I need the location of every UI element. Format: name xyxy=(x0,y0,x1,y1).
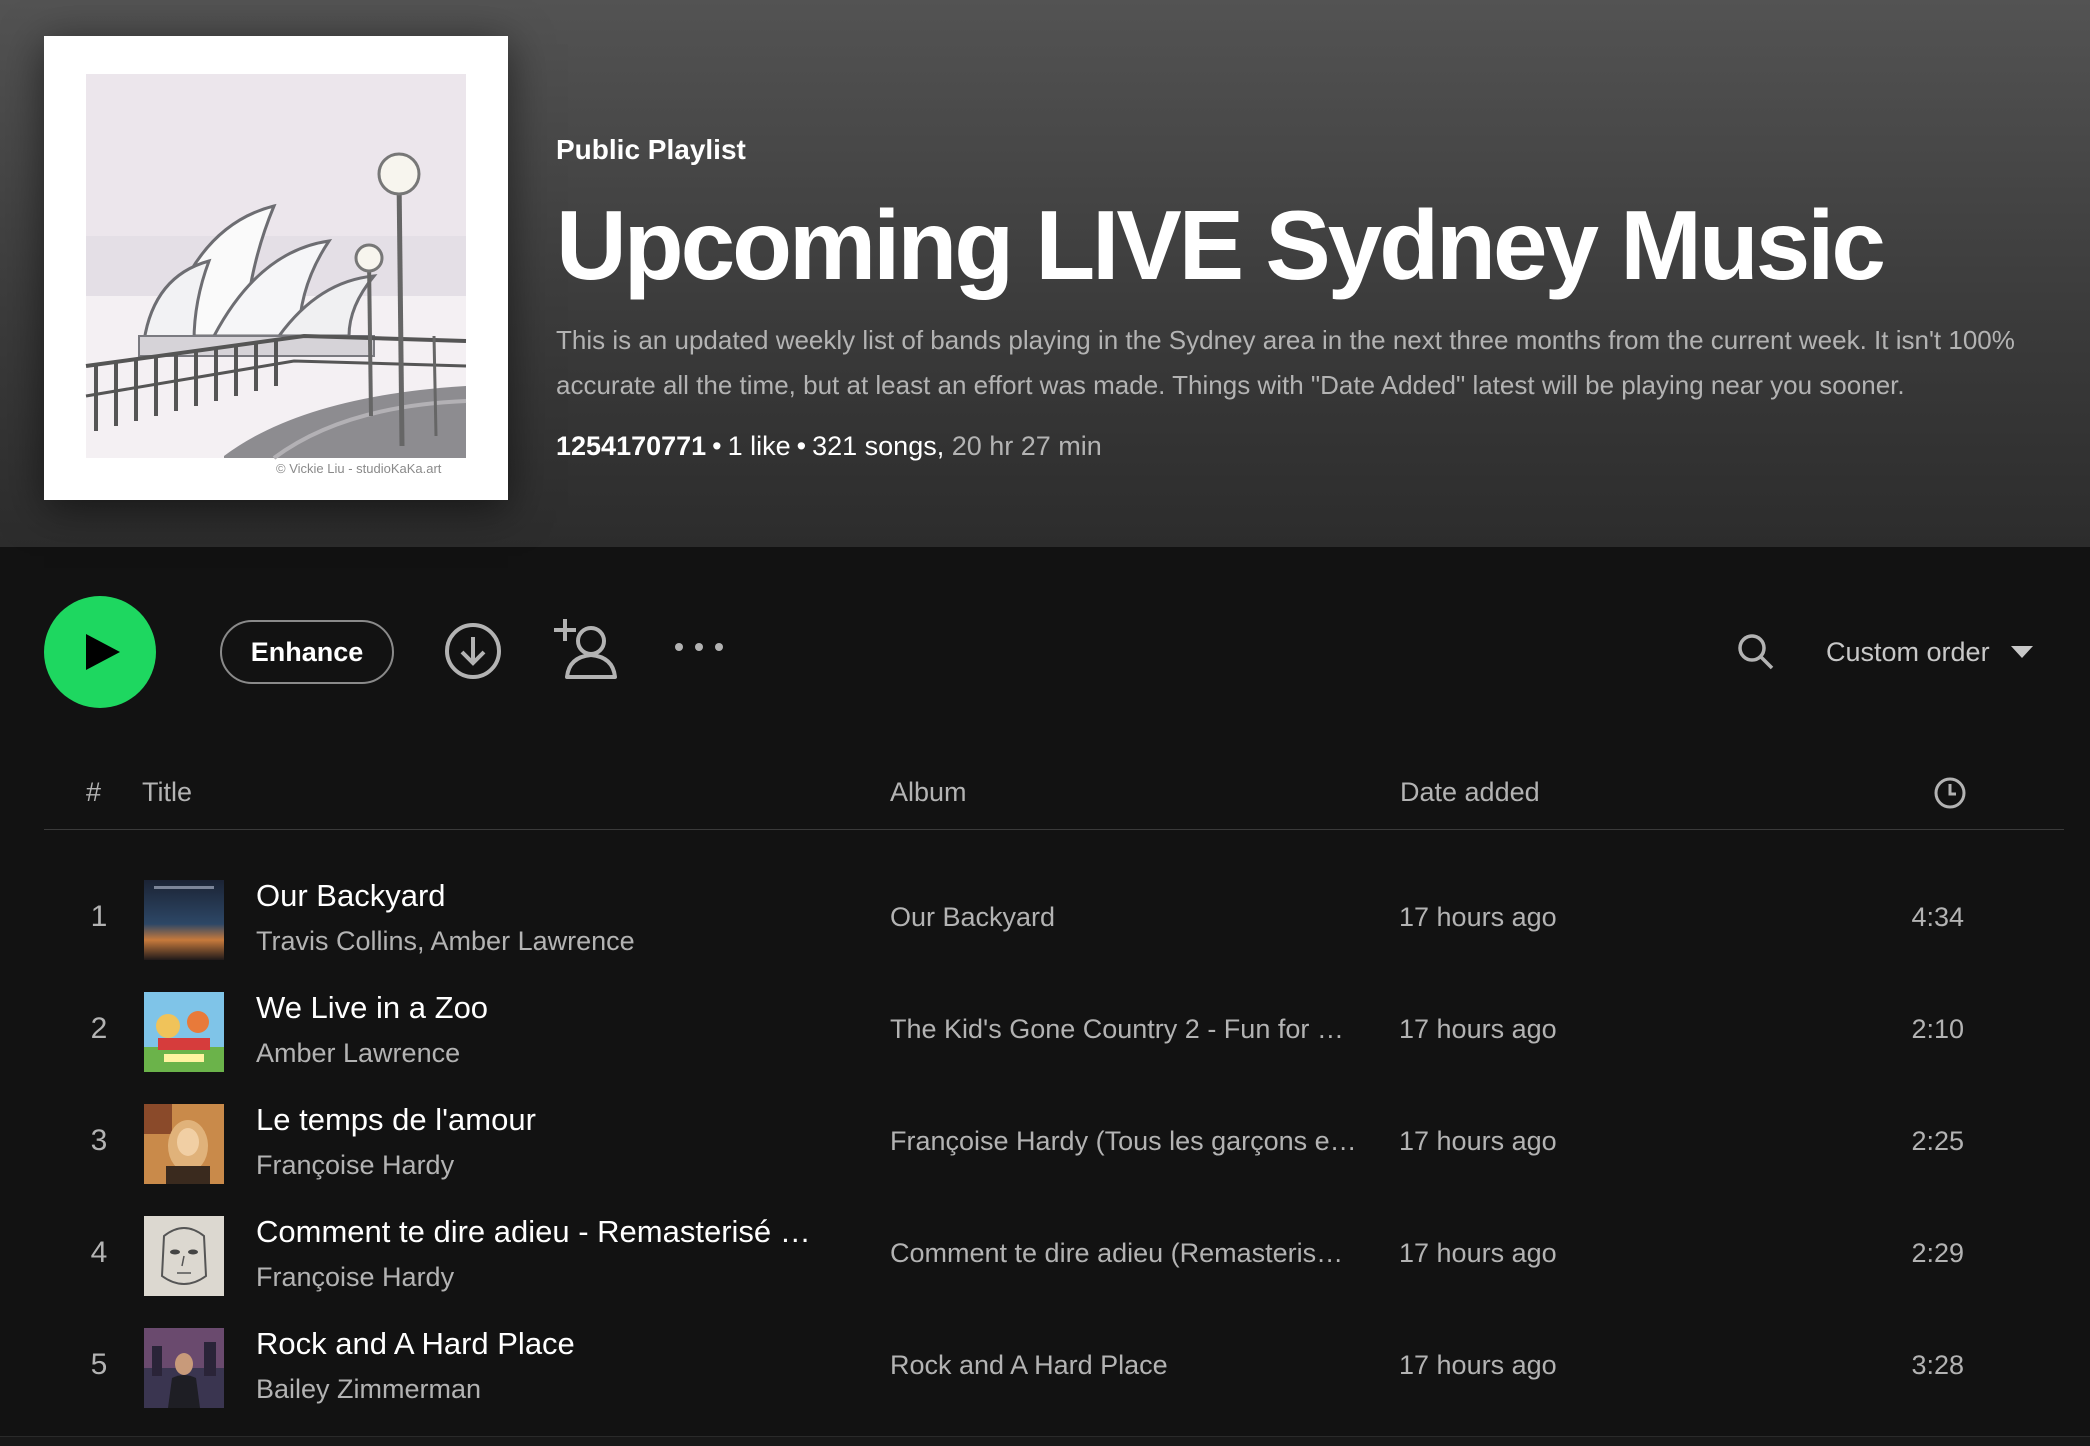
meta-separator: • xyxy=(712,431,722,461)
play-icon xyxy=(86,634,120,670)
track-duration: 2:29 xyxy=(1911,1238,1964,1268)
track-number: 2 xyxy=(90,1012,108,1045)
column-number: # xyxy=(86,777,102,807)
playlist-duration: 20 hr 27 min xyxy=(951,431,1102,461)
track-title-link[interactable]: Our Backyard xyxy=(256,878,446,914)
track-row[interactable]: 1 Our Backyard Travis Collins, Amber Law… xyxy=(44,864,2064,976)
track-artwork xyxy=(144,880,224,960)
track-title-link[interactable]: Comment te dire adieu - Remasterisé … xyxy=(256,1214,811,1250)
clock-icon xyxy=(1934,777,1966,809)
playlist-cover[interactable]: © Vickie Liu - studioKaKa.art xyxy=(44,36,508,500)
track-duration: 2:10 xyxy=(1911,1014,1964,1044)
play-button[interactable] xyxy=(44,596,156,708)
more-options-icon xyxy=(675,643,723,651)
sort-label: Custom order xyxy=(1826,636,1990,667)
search-in-playlist-button[interactable] xyxy=(1736,632,1776,675)
cover-credit: © Vickie Liu - studioKaKa.art xyxy=(276,461,442,476)
track-artist-link[interactable]: Françoise Hardy xyxy=(256,1150,454,1181)
track-title-link[interactable]: Le temps de l'amour xyxy=(256,1102,536,1138)
track-date-added: 17 hours ago xyxy=(1399,1350,1557,1380)
playlist-meta: 1254170771 • 1 like • 321 songs, 20 hr 27 mi… xyxy=(556,426,2066,466)
track-artist-link[interactable]: Françoise Hardy xyxy=(256,1262,454,1293)
track-artwork xyxy=(144,1328,224,1408)
track-number: 4 xyxy=(90,1236,108,1269)
download-icon xyxy=(445,623,501,679)
playlist-likes: 1 like xyxy=(727,431,791,461)
column-album[interactable]: Album xyxy=(890,777,967,808)
playlist-song-count: 321 songs, xyxy=(812,431,945,461)
track-number: 5 xyxy=(90,1348,108,1381)
track-duration: 3:28 xyxy=(1911,1350,1964,1380)
track-artist-link[interactable]: Amber Lawrence xyxy=(256,1038,460,1069)
download-button[interactable] xyxy=(443,621,503,684)
track-date-added: 17 hours ago xyxy=(1399,1014,1557,1044)
track-artist-link[interactable]: Travis Collins, Amber Lawrence xyxy=(256,926,635,957)
track-artist-link[interactable]: Bailey Zimmerman xyxy=(256,1374,481,1405)
track-number: 1 xyxy=(90,900,108,933)
track-number: 3 xyxy=(90,1124,108,1157)
track-row[interactable]: 5 Rock and A Hard Place Bailey Zimmerman… xyxy=(44,1312,2064,1424)
track-row[interactable]: 3 Le temps de l'amour Françoise Hardy Fr… xyxy=(44,1088,2064,1200)
track-artwork xyxy=(144,1216,224,1296)
playlist-type: Public Playlist xyxy=(556,134,746,165)
track-artwork xyxy=(144,1104,224,1184)
meta-separator: • xyxy=(796,431,807,461)
track-date-added: 17 hours ago xyxy=(1399,1238,1557,1268)
column-duration[interactable] xyxy=(1932,775,1968,818)
track-title-link[interactable]: Rock and A Hard Place xyxy=(256,1326,575,1362)
page-title: Upcoming LIVE Sydney Music xyxy=(556,190,1886,300)
track-date-added: 17 hours ago xyxy=(1399,1126,1557,1156)
track-album-link[interactable]: Comment te dire adieu (Remasteris… xyxy=(890,1238,1343,1269)
more-options-button[interactable] xyxy=(672,639,726,658)
cover-artwork: © Vickie Liu - studioKaKa.art xyxy=(44,36,508,500)
track-title-link[interactable]: We Live in a Zoo xyxy=(256,990,488,1026)
column-title[interactable]: Title xyxy=(142,777,192,808)
playlist-info: Public Playlist Upcoming LIVE Sydney Mus… xyxy=(556,130,2066,466)
track-row[interactable]: 2 We Live in a Zoo Amber Lawrence The Ki… xyxy=(44,976,2064,1088)
search-icon xyxy=(1738,634,1774,670)
track-album-link[interactable]: Rock and A Hard Place xyxy=(890,1350,1168,1381)
player-bar-edge xyxy=(0,1436,2090,1446)
track-artwork xyxy=(144,992,224,1072)
track-album-link[interactable]: Our Backyard xyxy=(890,902,1055,933)
track-duration: 2:25 xyxy=(1911,1126,1964,1156)
invite-collaborator-button[interactable] xyxy=(551,615,621,684)
track-duration: 4:34 xyxy=(1911,902,1964,932)
playlist-page: © Vickie Liu - studioKaKa.art Public Pla… xyxy=(0,0,2090,1446)
track-album-link[interactable]: The Kid's Gone Country 2 - Fun for … xyxy=(890,1014,1344,1045)
track-date-added: 17 hours ago xyxy=(1399,902,1557,932)
playlist-description: This is an updated weekly list of bands … xyxy=(556,325,2015,400)
tracklist: 1 Our Backyard Travis Collins, Amber Law… xyxy=(44,864,2064,1424)
track-album-link[interactable]: Françoise Hardy (Tous les garçons e… xyxy=(890,1126,1357,1157)
tracklist-header: # Title Album Date added xyxy=(44,757,2064,830)
action-bar: Enhance Custom order xyxy=(0,547,2090,757)
add-user-icon xyxy=(554,619,617,679)
track-row[interactable]: 4 Comment te dire adieu - Remasterisé … … xyxy=(44,1200,2064,1312)
playlist-owner-link[interactable]: 1254170771 xyxy=(556,431,706,461)
column-date-added[interactable]: Date added xyxy=(1400,777,1540,808)
caret-down-icon xyxy=(2010,646,2033,658)
playlist-header: © Vickie Liu - studioKaKa.art Public Pla… xyxy=(0,0,2090,547)
sort-dropdown[interactable]: Custom order xyxy=(1826,627,2034,677)
enhance-button[interactable]: Enhance xyxy=(220,620,394,684)
